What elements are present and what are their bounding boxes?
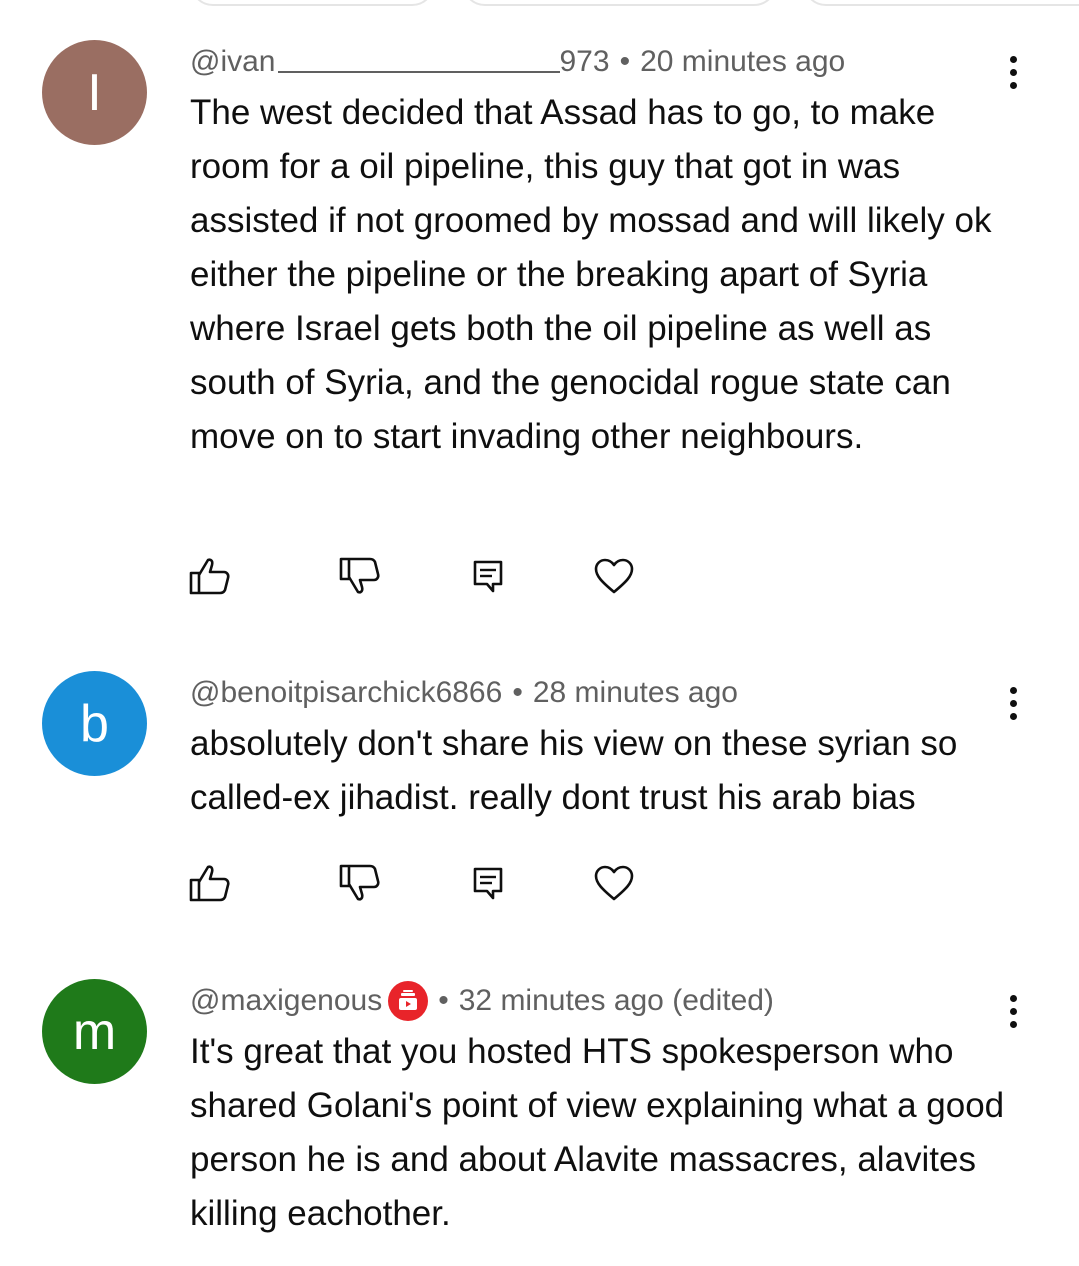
comment-meta: @benoitpisarchick6866 • 28 minutes ago <box>190 673 738 713</box>
filter-chip[interactable] <box>803 0 1079 6</box>
avatar[interactable]: b <box>42 671 147 776</box>
filter-chip[interactable] <box>462 0 777 6</box>
dislike-icon[interactable] <box>336 859 384 907</box>
like-icon[interactable] <box>186 859 234 907</box>
comment-author-end[interactable]: 973 <box>560 42 610 82</box>
handle-underline <box>277 71 560 73</box>
comment-timestamp[interactable]: 32 minutes ago (edited) <box>459 981 774 1021</box>
comment-actions <box>186 552 686 602</box>
comment-author[interactable]: @benoitpisarchick6866 <box>190 673 502 713</box>
filter-chips <box>0 0 1079 6</box>
heart-icon[interactable] <box>590 552 638 600</box>
meta-separator: • <box>619 45 631 78</box>
comment-author[interactable]: @maxigenous <box>190 981 382 1021</box>
avatar[interactable]: I <box>42 40 147 145</box>
comments-page: I @ivan 973 • 20 minutes ago The west dec… <box>0 0 1079 1266</box>
comment-text: The west decided that Assad has to go, t… <box>190 93 992 456</box>
comment-timestamp[interactable]: 20 minutes ago <box>640 42 845 82</box>
member-badge-icon[interactable] <box>388 981 429 1021</box>
comment-meta: @ivan 973 • 20 minutes ago <box>190 42 845 82</box>
dislike-icon[interactable] <box>336 552 384 600</box>
comment-meta: @maxigenous • 32 minutes ago (edited) <box>190 981 774 1021</box>
meta-separator: • <box>512 676 523 709</box>
comment-actions <box>186 859 686 909</box>
filter-chip[interactable] <box>190 0 435 6</box>
reply-icon[interactable] <box>464 859 512 907</box>
meta-separator: • <box>438 984 449 1017</box>
comment-timestamp[interactable]: 28 minutes ago <box>533 673 738 713</box>
avatar[interactable]: m <box>42 979 147 1084</box>
reply-icon[interactable] <box>464 552 512 600</box>
comment-author-start[interactable]: @ivan <box>190 42 276 82</box>
like-icon[interactable] <box>186 552 234 600</box>
comment-text: absolutely don't share his view on these… <box>190 724 958 817</box>
comment-text: It's great that you hosted HTS spokesper… <box>190 1032 1005 1233</box>
heart-icon[interactable] <box>590 859 638 907</box>
